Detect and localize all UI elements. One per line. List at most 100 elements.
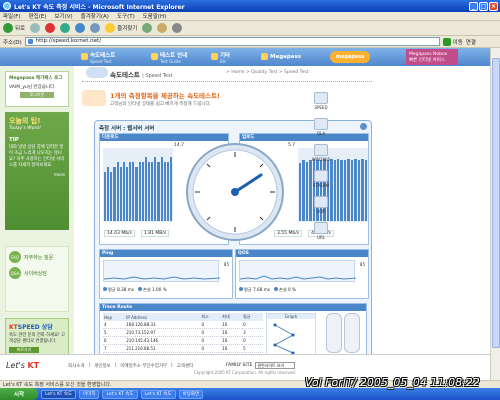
- kt-speed-button[interactable]: 바로가기: [9, 347, 39, 353]
- nav-label: Megapass: [270, 54, 302, 60]
- go-button[interactable]: 이동: [442, 37, 463, 46]
- taskbar-item[interactable]: Let's KT 속도: [102, 389, 138, 399]
- ping-loss: 손실 1.00 %: [137, 287, 167, 293]
- footer-link[interactable]: 이메일주소 무단수집거부: [120, 363, 167, 369]
- cell: 0: [200, 336, 222, 345]
- nav-sub: Test Guide: [160, 58, 181, 64]
- nav-etc[interactable]: 기타 Etc: [210, 50, 230, 64]
- minimize-button[interactable]: _: [469, 1, 478, 11]
- download-bar: [107, 167, 110, 221]
- windows-icon: [314, 144, 328, 156]
- favorites-button[interactable]: 즐겨찾기: [105, 23, 137, 33]
- upload-bar: [364, 160, 368, 221]
- menu-view[interactable]: 보기(V): [54, 12, 72, 20]
- cell: 6: [103, 336, 126, 345]
- tool-speed[interactable]: SPEED: [310, 92, 332, 110]
- nav-speedtest[interactable]: 속도테스트 Speed Test: [80, 50, 115, 64]
- qos-scale-max: 85: [359, 262, 365, 267]
- download-bar: [129, 162, 132, 221]
- taskbar-item[interactable]: Let's KT 속도: [140, 389, 176, 399]
- refresh-icon[interactable]: [60, 23, 71, 33]
- tip-more-link[interactable]: more: [9, 173, 65, 178]
- footer-link[interactable]: 회사소개: [68, 363, 85, 369]
- qos-loss: 손실 0 %: [273, 287, 296, 293]
- menu-favorites[interactable]: 즐겨찾기(A): [81, 12, 109, 20]
- taskbar-item[interactable]: Let's KT 속도: [41, 389, 77, 399]
- footer-link[interactable]: 고객센터: [177, 363, 194, 369]
- panel-option-icon[interactable]: [360, 123, 367, 130]
- history-icon[interactable]: [142, 23, 153, 33]
- upload-bar: [354, 159, 357, 221]
- download-bar: [132, 162, 135, 221]
- family-site-label: FAMILY SITE: [226, 363, 253, 368]
- trace-table: Hop IP Address 최소 최대 평균 4 168.126.88.33 …: [103, 313, 263, 353]
- taskbar-item[interactable]: 이미지: [79, 389, 100, 399]
- table-row: 5 210.73.152.97 0 16 3: [103, 328, 263, 337]
- search-icon[interactable]: [90, 23, 101, 33]
- upload-bar: [340, 160, 343, 221]
- memory-gauge: Memory: [344, 313, 361, 360]
- page-title-en: | Speed Test: [142, 73, 173, 79]
- nav-test-guide[interactable]: 테스트 안내 Test Guide: [150, 50, 187, 64]
- logout-button[interactable]: 로그아웃: [20, 92, 54, 98]
- tool-stream[interactable]: STREAM: [310, 170, 332, 188]
- scrollbar-thumb[interactable]: [492, 58, 500, 348]
- nav-sub: Speed Test: [90, 58, 112, 64]
- nav-label: 기타: [220, 52, 231, 59]
- counsel-label: 사이버상담: [24, 270, 48, 277]
- close-button[interactable]: ×: [489, 1, 498, 11]
- vertical-scrollbar[interactable]: [490, 48, 500, 380]
- slogan-icon: [82, 90, 106, 106]
- menu-help[interactable]: 도움말(H): [143, 12, 167, 20]
- menu-file[interactable]: 파일(F): [3, 12, 21, 20]
- main-content: 속도테스트 | Speed Test > Home > Quality Test…: [74, 66, 372, 380]
- megapass-promo-banner[interactable]: Megapass Nobox 빠른 인터넷 서비스: [406, 49, 458, 65]
- download-bar: [160, 157, 163, 221]
- maximize-button[interactable]: □: [479, 1, 488, 11]
- slogan-title: 1개의 측정항목을 제공하는 속도테스트!: [110, 92, 220, 100]
- megapass-logo: Megapass 메가패스 로그: [9, 76, 63, 81]
- footer-link[interactable]: 개인정보: [94, 363, 111, 369]
- table-row: 4 168.126.88.33 0 16 0: [103, 321, 263, 329]
- nav-megapass[interactable]: Megapass: [260, 50, 301, 64]
- home-icon[interactable]: [75, 23, 86, 33]
- menu-edit[interactable]: 편집(E): [29, 12, 47, 20]
- browser-toolbar: 뒤로 즐겨찾기: [0, 21, 500, 36]
- promo-sub: 빠른 인터넷 서비스: [409, 57, 445, 63]
- start-button[interactable]: 시작: [0, 388, 38, 400]
- menu-tools[interactable]: 도구(T): [117, 12, 135, 20]
- download-bar: [169, 157, 173, 221]
- trace-graph-lines: [273, 323, 295, 355]
- tool-qla[interactable]: QLA: [310, 118, 332, 136]
- back-button[interactable]: 뒤로: [3, 23, 25, 33]
- upload-bar: [333, 160, 336, 221]
- taskbar-item[interactable]: 바탕화면: [178, 389, 204, 399]
- nav-sub: Etc: [220, 58, 227, 64]
- tool-url[interactable]: URL: [310, 222, 332, 240]
- mail-icon[interactable]: [157, 23, 168, 33]
- faq-link[interactable]: FAQ 자주하는 질문: [9, 251, 65, 263]
- tool-label: SPEED: [314, 105, 328, 110]
- stop-icon[interactable]: [45, 23, 56, 33]
- address-input[interactable]: http://speed.kornet.net/: [24, 37, 440, 46]
- download-bar: [151, 162, 154, 221]
- download-bar: [157, 162, 160, 221]
- upload-bar: [357, 160, 361, 221]
- tool-voip[interactable]: VOIP: [310, 196, 332, 214]
- col-hop: Hop: [103, 313, 126, 321]
- links-label[interactable]: 연결: [466, 38, 476, 46]
- table-row: 7 211.216.88.51 0 16 5: [103, 344, 263, 353]
- cell: 7: [103, 344, 126, 353]
- download-bar: [119, 167, 122, 221]
- print-icon[interactable]: [172, 23, 183, 33]
- tool-win2000[interactable]: WIN2000: [310, 144, 332, 162]
- megapass-badge[interactable]: megapass: [330, 51, 370, 63]
- forward-arrow-icon[interactable]: [30, 23, 41, 33]
- voip-icon: [314, 196, 328, 208]
- download-bar-chart: [103, 148, 173, 222]
- ping-header: Ping: [100, 250, 232, 257]
- family-site-select[interactable]: 관련사이트 보기: [255, 362, 296, 369]
- cyber-counsel-link[interactable]: Q&A 사이버상담: [9, 267, 65, 279]
- address-label: 주소(D): [3, 39, 22, 46]
- watermark: Vol ForIT/ 2005_05_04 11:08:22: [305, 376, 480, 389]
